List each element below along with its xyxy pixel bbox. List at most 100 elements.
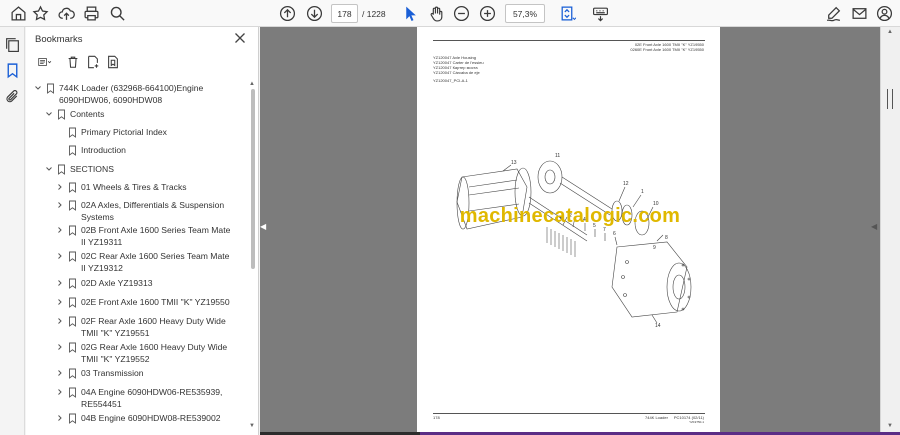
delete-bookmark-icon[interactable] — [64, 53, 81, 70]
bookmark-label: 02E Front Axle 1600 TMII "K" YZ19550 — [81, 297, 230, 307]
email-icon[interactable] — [850, 4, 869, 23]
document-scrollbar[interactable]: ▲ ◀ ▼ — [871, 27, 900, 435]
callout-label: 9 — [653, 245, 656, 251]
bookmark-panel-icon[interactable] — [3, 61, 22, 80]
bookmark-item[interactable]: 04A Engine 6090HDW06-RE535939, RE554451 — [26, 387, 246, 410]
bookmark-from-selection-icon[interactable] — [104, 53, 121, 70]
callout-label: 6 — [613, 231, 616, 237]
footer-page-number: 178 — [433, 415, 440, 420]
bookmark-icon — [68, 278, 77, 289]
new-bookmark-icon[interactable] — [84, 53, 101, 70]
bookmark-label: 02C Rear Axle 1600 Series Team Mate II Y… — [81, 251, 230, 273]
previous-page-icon[interactable] — [278, 4, 297, 23]
fit-page-icon[interactable] — [558, 4, 577, 23]
chevron-right-icon[interactable] — [56, 369, 64, 377]
bookmarks-panel: Bookmarks 744K Loader (632968-664100)Eng… — [26, 27, 259, 435]
bookmark-item[interactable]: 02B Front Axle 1600 Series Team Mate II … — [26, 225, 246, 248]
expand-right-panel-icon[interactable]: ◀ — [871, 222, 877, 231]
scroll-down-arrow-icon[interactable]: ▼ — [249, 423, 255, 429]
bookmark-label: 04A Engine 6090HDW06-RE535939, RE554451 — [81, 387, 223, 409]
hand-tool-icon[interactable] — [427, 4, 446, 23]
total-pages-label: / 1228 — [362, 8, 386, 19]
bookmark-label: Introduction — [81, 145, 126, 155]
page-thumbnails-icon[interactable] — [3, 35, 22, 54]
bookmark-item[interactable]: 02F Rear Axle 1600 Heavy Duty Wide TMII … — [26, 316, 246, 339]
bookmark-label: 02G Rear Axle 1600 Heavy Duty Wide TMII … — [81, 342, 228, 364]
chevron-right-icon[interactable] — [56, 252, 64, 260]
bookmark-item[interactable]: 01 Wheels & Tires & Tracks — [26, 182, 246, 194]
callout-label: 11 — [555, 153, 560, 159]
close-panel-icon[interactable] — [232, 30, 248, 46]
chevron-right-icon[interactable] — [56, 414, 64, 422]
chevron-right-icon[interactable] — [56, 226, 64, 234]
bookmark-item[interactable]: Contents — [26, 109, 246, 121]
print-icon[interactable] — [82, 4, 101, 23]
bookmark-label: 03 Transmission — [81, 368, 144, 378]
account-icon[interactable] — [875, 4, 894, 23]
chevron-down-icon[interactable] — [45, 110, 53, 118]
next-page-icon[interactable] — [305, 4, 324, 23]
bookmark-item[interactable]: 03 Transmission — [26, 368, 246, 380]
star-icon[interactable] — [31, 4, 50, 23]
document-viewport: 02E Front Axle 1600 TMII "K" YZ19550 026… — [260, 27, 880, 432]
bookmark-item[interactable]: 02E Front Axle 1600 TMII "K" YZ19550 — [26, 297, 246, 309]
footer-rule — [433, 413, 705, 414]
bookmark-item[interactable]: SECTIONS — [26, 164, 246, 176]
search-icon[interactable] — [108, 4, 127, 23]
attachment-icon[interactable] — [3, 87, 22, 106]
chevron-right-icon[interactable] — [56, 201, 64, 209]
header-section-code: 0260E Front Axle 1600 TMII "K" YZ19550 — [630, 47, 704, 52]
chevron-right-icon[interactable] — [56, 343, 64, 351]
bookmark-icon — [68, 127, 77, 138]
bookmark-icon — [68, 342, 77, 353]
chevron-right-icon[interactable] — [56, 388, 64, 396]
chevron-right-icon[interactable] — [56, 317, 64, 325]
chevron-right-icon[interactable] — [56, 279, 64, 287]
axle-housing-diagram: 13 11 12 1 10 3 2 4 5 7 6 8 9 14 — [456, 153, 692, 327]
zoom-in-icon[interactable] — [478, 4, 497, 23]
chevron-right-icon[interactable] — [56, 298, 64, 306]
bookmark-item[interactable]: 02D Axle YZ19313 — [26, 278, 246, 290]
collapse-panel-arrow-icon[interactable]: ◀ — [260, 222, 268, 234]
bookmark-label: 02F Rear Axle 1600 Heavy Duty Wide TMII … — [81, 316, 226, 338]
bookmark-label: 04B Engine 6090HDW08-RE539002 — [81, 413, 221, 423]
select-cursor-icon[interactable] — [401, 4, 420, 23]
bookmark-icon — [57, 109, 66, 120]
zoom-level-input[interactable]: 57,3% — [505, 4, 545, 23]
bookmark-icon — [46, 83, 55, 94]
scroll-up-arrow-icon[interactable]: ▲ — [249, 81, 255, 87]
bookmark-label: SECTIONS — [70, 164, 114, 174]
scroll-down-arrow-icon[interactable]: ▼ — [887, 423, 893, 429]
pdf-page: 02E Front Axle 1600 TMII "K" YZ19550 026… — [417, 27, 720, 432]
bookmark-item[interactable]: 744K Loader (632968-664100)Engine 6090HD… — [26, 83, 246, 106]
bookmark-item[interactable]: 04B Engine 6090HDW08-RE539002 — [26, 413, 246, 425]
scrollbar-thumb[interactable] — [887, 89, 893, 109]
chevron-down-icon[interactable] — [45, 165, 53, 173]
page-number-input[interactable]: 178 — [331, 4, 358, 23]
chevron-down-icon[interactable] — [34, 84, 42, 92]
navigation-rail — [0, 27, 25, 435]
scroll-up-arrow-icon[interactable]: ▲ — [887, 29, 893, 35]
bookmark-item[interactable]: Primary Pictorial Index — [26, 127, 246, 139]
bookmarks-scrollbar[interactable] — [251, 89, 255, 269]
callout-label: 12 — [623, 181, 629, 187]
cloud-upload-icon[interactable] — [57, 4, 76, 23]
bookmark-item[interactable]: 02A Axles, Differentials & Suspension Sy… — [26, 200, 246, 223]
callout-label: 8 — [665, 235, 668, 241]
bookmark-label: 01 Wheels & Tires & Tracks — [81, 182, 187, 192]
home-icon[interactable] — [9, 4, 28, 23]
keyboard-tools-icon[interactable] — [591, 4, 610, 23]
chevron-right-icon[interactable] — [56, 183, 64, 191]
callout-label: 13 — [511, 160, 517, 166]
bookmark-item[interactable]: Introduction — [26, 145, 246, 157]
zoom-out-icon[interactable] — [452, 4, 471, 23]
bookmark-icon — [68, 145, 77, 156]
bookmark-label: 02B Front Axle 1600 Series Team Mate II … — [81, 225, 231, 247]
bookmark-item[interactable]: 02G Rear Axle 1600 Heavy Duty Wide TMII … — [26, 342, 246, 365]
bookmark-item[interactable]: 02C Rear Axle 1600 Series Team Mate II Y… — [26, 251, 246, 274]
signature-pen-icon[interactable] — [824, 4, 843, 23]
bookmark-label: Primary Pictorial Index — [81, 127, 167, 137]
watermark: machinecatalogic.com — [459, 205, 681, 227]
bookmark-options-icon[interactable] — [34, 53, 56, 70]
bookmark-icon — [68, 297, 77, 308]
